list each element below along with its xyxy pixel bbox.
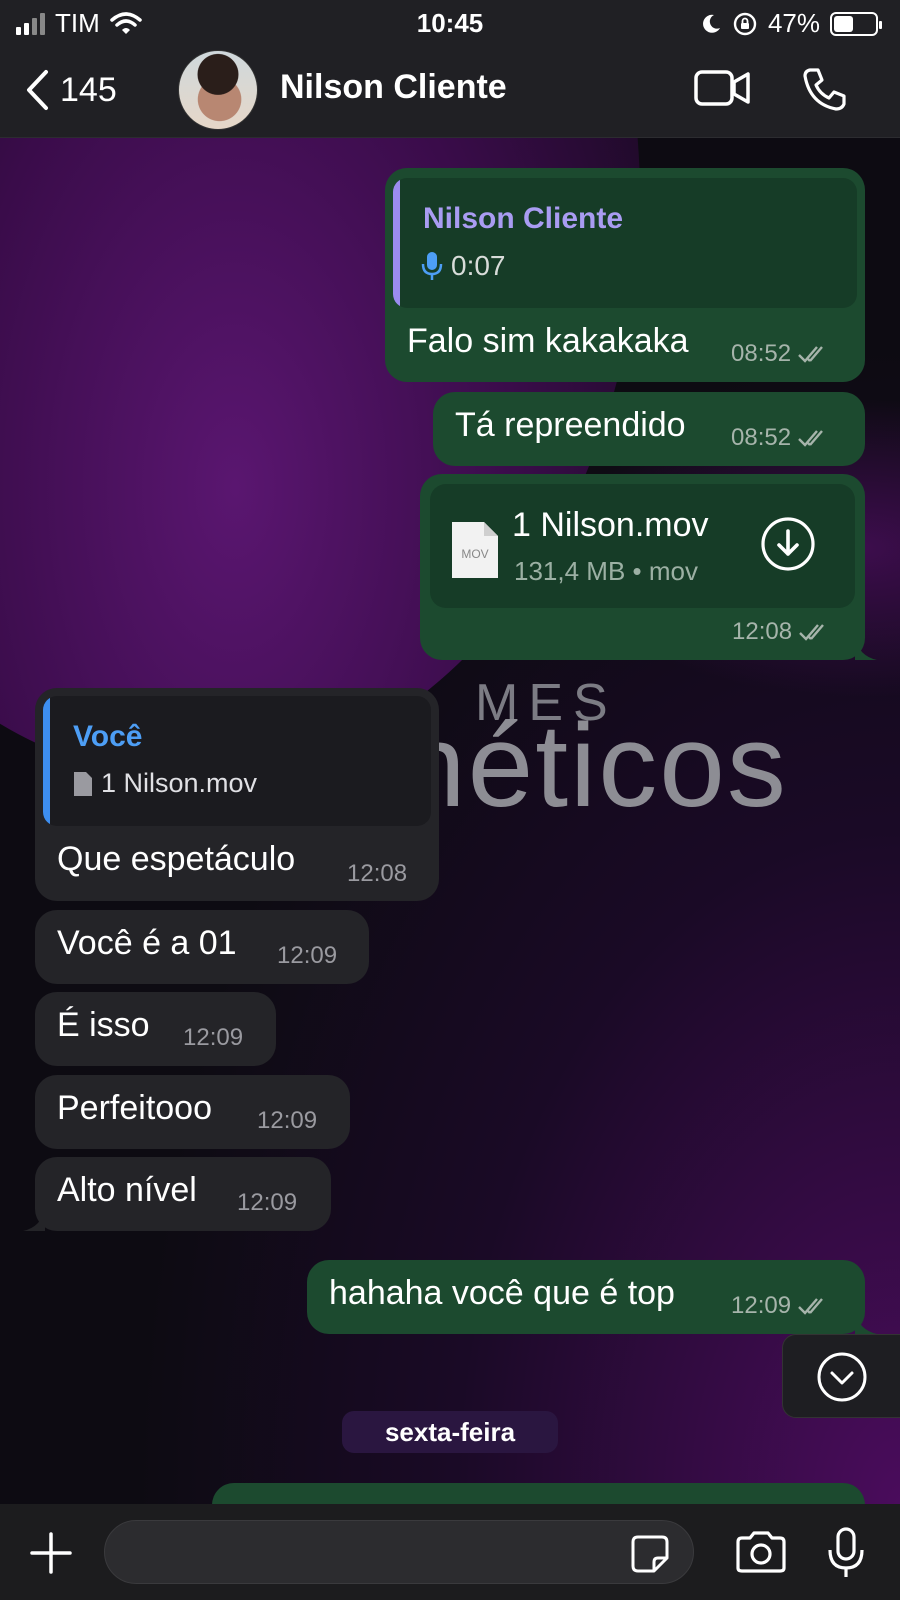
battery-level xyxy=(834,15,853,32)
unread-count: 145 xyxy=(60,70,117,109)
contact-avatar[interactable] xyxy=(178,50,258,130)
message-bubble-outgoing[interactable]: hahaha você que é top 12:09 xyxy=(307,1260,877,1334)
rotation-lock-icon xyxy=(733,12,757,35)
reply-file: 1 Nilson.mov xyxy=(73,768,257,799)
message-bubble-incoming[interactable]: Você 1 Nilson.mov Que espetáculo 12:08 xyxy=(35,688,439,901)
phone-call-icon[interactable] xyxy=(802,66,848,112)
chevron-left-icon xyxy=(27,70,48,110)
composer-bar xyxy=(0,1504,900,1600)
sticker-icon[interactable] xyxy=(630,1534,670,1574)
reply-file-name: 1 Nilson.mov xyxy=(101,768,258,798)
file-mov-icon: MOV xyxy=(452,522,498,578)
file-name: 1 Nilson.mov xyxy=(512,506,709,544)
reply-author: Você xyxy=(73,720,143,753)
message-text: Que espetáculo xyxy=(57,840,296,878)
microphone-icon xyxy=(421,252,443,280)
file-icon xyxy=(74,771,92,796)
microphone-icon[interactable] xyxy=(826,1526,866,1580)
download-icon[interactable] xyxy=(760,516,816,572)
reply-accent-bar xyxy=(393,178,400,308)
message-time: 12:08 xyxy=(732,618,832,646)
message-bubble-incoming[interactable]: Alto nível 12:09 xyxy=(23,1157,331,1231)
reply-preview[interactable]: Nilson Cliente 0:07 xyxy=(393,178,857,308)
time-label: 08:52 xyxy=(731,424,792,451)
status-right: 47% xyxy=(700,8,882,39)
bubble-tail xyxy=(23,1209,45,1231)
message-time: 12:09 xyxy=(277,942,338,969)
bubble-tail xyxy=(855,638,877,660)
plus-icon[interactable] xyxy=(28,1530,74,1576)
double-check-icon xyxy=(799,624,824,641)
double-check-icon xyxy=(798,1298,823,1315)
message-text: Perfeitooo xyxy=(57,1089,212,1127)
time-label: 12:08 xyxy=(732,618,793,645)
reply-author: Nilson Cliente xyxy=(423,202,624,235)
message-text: hahaha você que é top xyxy=(329,1274,675,1312)
status-bar: TIM 10:45 47% xyxy=(0,0,900,44)
camera-icon[interactable] xyxy=(734,1530,788,1574)
message-time: 12:09 xyxy=(183,1024,244,1051)
video-call-icon[interactable] xyxy=(694,66,750,110)
back-button[interactable]: 145 xyxy=(24,66,117,114)
message-text: Alto nível xyxy=(57,1171,197,1209)
battery-icon xyxy=(830,11,882,36)
message-time: 08:52 xyxy=(731,424,831,452)
chat-header: 145 Nilson Cliente xyxy=(0,44,900,138)
message-text: Você é a 01 xyxy=(57,924,237,962)
chevron-down-circle-icon xyxy=(817,1352,867,1402)
message-input[interactable] xyxy=(104,1520,694,1584)
wallpaper-text-main: néticos xyxy=(400,700,788,832)
scroll-to-bottom-button[interactable] xyxy=(782,1334,900,1418)
double-check-icon xyxy=(798,346,823,363)
reply-accent-bar xyxy=(43,696,50,826)
time-label: 08:52 xyxy=(731,340,792,367)
message-time: 12:09 xyxy=(237,1189,298,1216)
message-bubble-outgoing[interactable]: MOV 1 Nilson.mov 131,4 MB • mov 12:08 xyxy=(420,474,877,660)
message-time: 08:52 xyxy=(731,340,831,368)
moon-icon xyxy=(703,14,720,33)
reply-preview[interactable]: Você 1 Nilson.mov xyxy=(43,696,431,826)
date-separator: sexta-feira xyxy=(342,1411,558,1453)
message-time: 12:09 xyxy=(257,1107,318,1134)
reply-audio-duration: 0:07 xyxy=(451,250,506,281)
contact-name[interactable]: Nilson Cliente xyxy=(280,68,507,107)
double-check-icon xyxy=(798,430,823,447)
message-text: É isso xyxy=(57,1006,150,1044)
bubble-tail xyxy=(855,1312,877,1334)
message-bubble-incoming[interactable]: Perfeitooo 12:09 xyxy=(35,1075,350,1149)
message-time: 12:08 xyxy=(347,860,408,887)
message-bubble-outgoing[interactable]: Nilson Cliente 0:07 Falo sim kakakaka 08… xyxy=(385,168,865,382)
file-meta: 131,4 MB • mov xyxy=(514,556,698,586)
battery-percent: 47% xyxy=(767,8,820,38)
file-badge: MOV xyxy=(461,547,488,561)
reply-audio: 0:07 xyxy=(421,250,506,282)
message-text: Falo sim kakakaka xyxy=(407,322,689,360)
message-text: Tá repreendido xyxy=(455,406,686,444)
message-time: 12:09 xyxy=(731,1292,831,1320)
message-bubble-incoming[interactable]: É isso 12:09 xyxy=(35,992,276,1066)
message-bubble-incoming[interactable]: Você é a 01 12:09 xyxy=(35,910,369,984)
message-bubble-outgoing[interactable]: Tá repreendido 08:52 xyxy=(433,392,865,466)
time-label: 12:09 xyxy=(731,1292,792,1319)
file-attachment[interactable]: MOV 1 Nilson.mov 131,4 MB • mov xyxy=(430,484,855,608)
